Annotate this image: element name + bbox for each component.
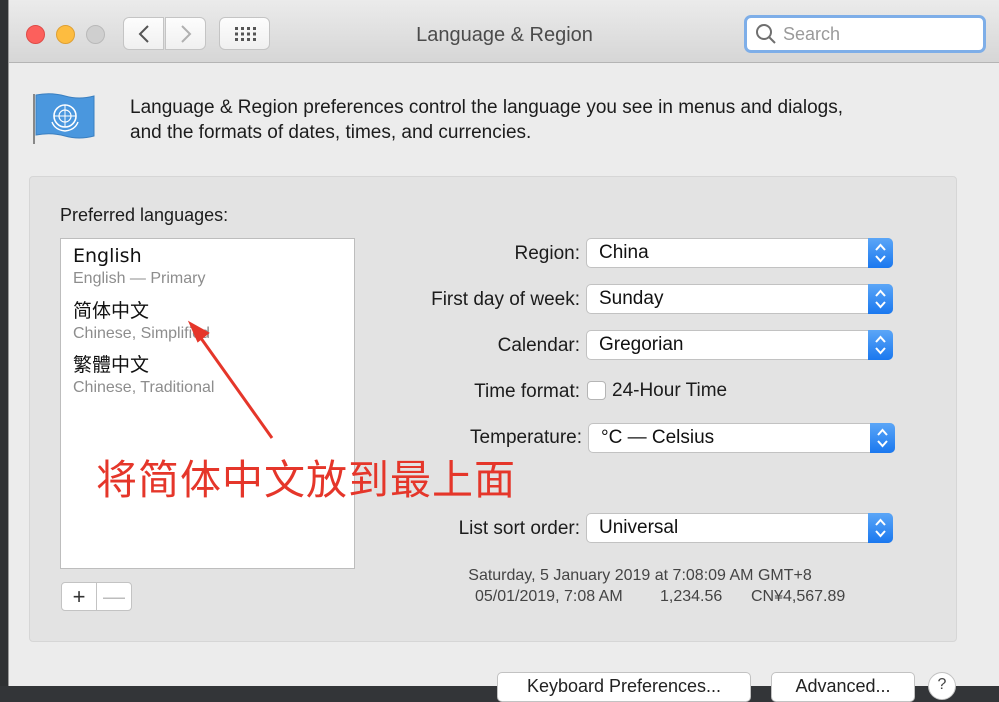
list-item[interactable]: 简体中文 Chinese, Simplified — [73, 300, 210, 344]
first-day-label: First day of week: — [431, 289, 580, 310]
list-sort-value: Universal — [599, 517, 679, 538]
popup-arrows-icon — [870, 423, 895, 453]
list-item[interactable]: 繁體中文 Chinese, Traditional — [73, 354, 214, 398]
region-value: China — [599, 242, 649, 263]
background-window-strip — [0, 0, 8, 686]
description-line-2: and the formats of dates, times, and cur… — [130, 122, 532, 143]
first-day-popup[interactable]: Sunday — [586, 284, 893, 314]
calendar-popup[interactable]: Gregorian — [586, 330, 893, 360]
search-placeholder: Search — [783, 23, 841, 44]
language-subtitle: Chinese, Traditional — [73, 379, 215, 396]
advanced-button[interactable]: Advanced... — [771, 672, 915, 702]
language-name: 简体中文 — [73, 300, 150, 322]
add-remove-control: + — — [61, 582, 132, 611]
list-item[interactable]: English English — Primary — [73, 245, 205, 289]
first-day-value: Sunday — [599, 288, 664, 309]
popup-arrows-icon — [868, 330, 893, 360]
popup-arrows-icon — [868, 284, 893, 314]
description-line-1: Language & Region preferences control th… — [130, 97, 844, 118]
search-field[interactable]: Search — [744, 15, 986, 53]
language-subtitle: English — Primary — [73, 270, 206, 287]
title-bar: Language & Region Search — [9, 0, 999, 63]
preferred-languages-label: Preferred languages: — [60, 205, 229, 225]
temperature-value: °C — Celsius — [601, 427, 715, 448]
24-hour-time-checkbox[interactable] — [587, 381, 606, 400]
sample-date-short: 05/01/2019, 7:08 AM — [475, 588, 623, 605]
calendar-label: Calendar: — [497, 335, 580, 356]
language-name: English — [73, 245, 142, 267]
region-label: Region: — [514, 243, 581, 264]
annotation-text: 将简体中文放到最上面 — [96, 456, 516, 504]
calendar-value: Gregorian — [599, 334, 684, 355]
popup-arrows-icon — [868, 238, 893, 268]
sample-number: 1,234.56 — [660, 588, 723, 605]
language-subtitle: Chinese, Simplified — [73, 325, 210, 342]
list-sort-popup[interactable]: Universal — [586, 513, 893, 543]
language-name: 繁體中文 — [73, 354, 150, 376]
list-sort-label: List sort order: — [458, 518, 580, 539]
help-button[interactable]: ? — [928, 672, 956, 700]
sample-currency: CN¥4,567.89 — [751, 588, 846, 605]
24-hour-time-label[interactable]: 24-Hour Time — [612, 380, 727, 402]
united-nations-flag-icon — [33, 93, 95, 144]
search-icon — [756, 24, 776, 44]
region-popup[interactable]: China — [586, 238, 893, 268]
keyboard-preferences-button[interactable]: Keyboard Preferences... — [497, 672, 751, 702]
time-format-label: Time format: — [474, 381, 580, 402]
sample-date-long: Saturday, 5 January 2019 at 7:08:09 AM G… — [468, 567, 812, 584]
popup-arrows-icon — [868, 513, 893, 543]
remove-language-button[interactable]: — — [97, 583, 131, 610]
pane-description: Language & Region preferences control th… — [130, 95, 930, 145]
temperature-popup[interactable]: °C — Celsius — [588, 423, 895, 453]
add-language-button[interactable]: + — [62, 583, 97, 610]
preferred-languages-list[interactable]: English English — Primary 简体中文 Chinese, … — [60, 238, 355, 569]
